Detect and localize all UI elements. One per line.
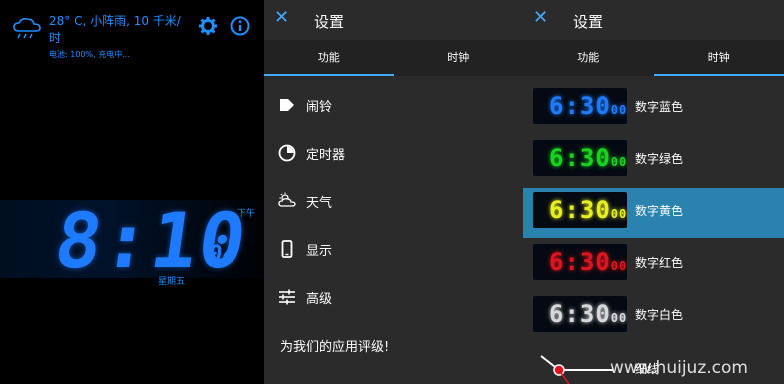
- active-tab-indicator: [654, 74, 784, 76]
- clock-settings-title: 设置: [573, 13, 604, 31]
- preview-time: 6:30: [549, 300, 611, 328]
- active-tab-indicator: [264, 74, 394, 76]
- style-row-3[interactable]: 6:3000 数字黄色: [523, 188, 784, 238]
- close-icon[interactable]: ✕: [533, 7, 548, 29]
- close-icon[interactable]: ✕: [274, 7, 289, 29]
- clock-style-preview: 6:3000: [533, 192, 627, 228]
- preview-seconds: 00: [610, 259, 627, 273]
- style-label: 数字黄色: [635, 204, 684, 218]
- sliders-icon: [279, 289, 295, 305]
- style-label: 数字白色: [635, 308, 684, 322]
- menu-label: 定时器: [306, 148, 346, 163]
- menu-item-timer[interactable]: 定时器: [278, 138, 508, 168]
- alarm-tag-icon: [280, 99, 294, 111]
- style-row-4[interactable]: 6:3000 数字红色: [523, 240, 784, 290]
- style-label: 数字蓝色: [635, 100, 684, 114]
- clock-style-preview: 6:3000: [533, 140, 627, 176]
- preview-time: 6:30: [549, 248, 611, 276]
- clock-style-panel: ✕ 设置 功能 时钟 6:3000 数字蓝色 6:3000 数字绿色 6:3000 数字黄…: [523, 0, 784, 384]
- menu-label: 显示: [306, 244, 333, 259]
- gear-icon[interactable]: [198, 16, 218, 36]
- clock-style-preview: 6:3000: [533, 88, 627, 124]
- preview-seconds: 00: [610, 207, 627, 221]
- clock-style-preview: 6:3000: [533, 244, 627, 280]
- preview-time: 6:30: [549, 92, 611, 120]
- clock-seconds: 04: [206, 240, 239, 268]
- menu-item-weather[interactable]: 天气: [278, 186, 508, 216]
- am-pm-label: 下午: [237, 209, 256, 219]
- clock-settings-header: ✕ 设置: [523, 0, 784, 40]
- menu-label: 高级: [306, 292, 333, 307]
- preview-seconds: 00: [610, 155, 627, 169]
- rain-cloud-icon: [13, 18, 41, 39]
- tab-clock[interactable]: 时钟: [654, 40, 784, 76]
- phone-icon: [281, 240, 293, 258]
- menu-item-display[interactable]: 显示: [278, 234, 508, 264]
- settings-tabs: 功能 时钟: [264, 40, 523, 76]
- battery-status: 电池: 100%, 充电中...: [49, 50, 130, 59]
- clock-style-preview: 6:3000: [533, 296, 627, 332]
- timer-icon: [278, 144, 296, 162]
- menu-item-advanced[interactable]: 高级: [278, 282, 508, 312]
- menu-item-alarm[interactable]: 闹铃: [278, 90, 508, 120]
- preview-seconds: 00: [610, 311, 627, 325]
- preview-seconds: 00: [610, 103, 627, 117]
- preview-time: 6:30: [549, 144, 611, 172]
- settings-title: 设置: [314, 13, 345, 31]
- watermark-text: www.huijuz.com: [610, 358, 748, 378]
- settings-panel: ✕ 设置 功能 时钟 闹铃 定时器 天气 显示 高级 为我们的应用评级!: [264, 0, 523, 384]
- weekday-label: 星期五: [158, 277, 186, 287]
- style-row-2[interactable]: 6:3000 数字绿色: [523, 136, 784, 186]
- settings-header: ✕ 设置: [264, 0, 523, 40]
- weather-summary: 28° C, 小阵雨, 10 千米/时: [49, 14, 181, 45]
- tab-clock[interactable]: 时钟: [394, 40, 524, 76]
- menu-label: 天气: [306, 196, 333, 211]
- weather-icon: [278, 192, 296, 207]
- style-row-5[interactable]: 6:3000 数字白色: [523, 292, 784, 342]
- style-label: 数字绿色: [635, 152, 684, 166]
- style-label: 数字红色: [635, 256, 684, 270]
- clock-settings-tabs: 功能 时钟: [523, 40, 784, 76]
- style-row-1[interactable]: 6:3000 数字蓝色: [523, 84, 784, 134]
- rate-app-link[interactable]: 为我们的应用评级!: [280, 336, 389, 355]
- info-icon[interactable]: [230, 16, 250, 36]
- tab-features[interactable]: 功能: [523, 40, 654, 76]
- clock-panel: 28° C, 小阵雨, 10 千米/时 电池: 100%, 充电中... 8:1…: [0, 0, 264, 384]
- tab-features[interactable]: 功能: [264, 40, 394, 76]
- preview-time: 6:30: [549, 196, 611, 224]
- menu-label: 闹铃: [306, 100, 333, 115]
